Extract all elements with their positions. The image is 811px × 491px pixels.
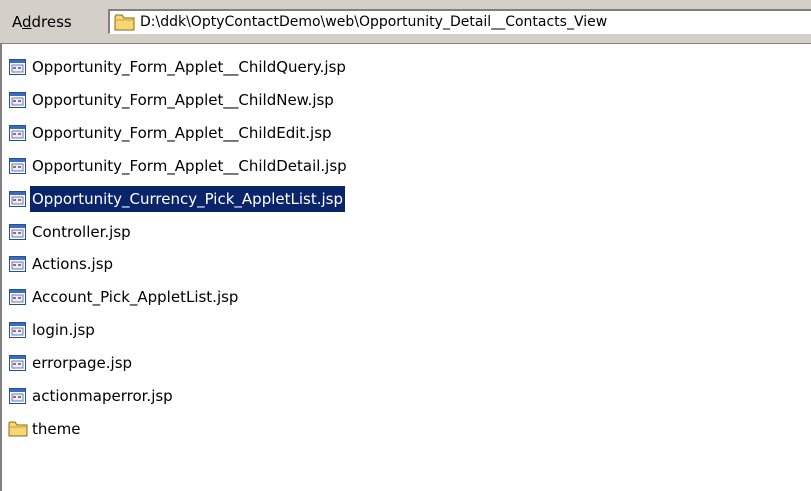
file-list[interactable]: Opportunity_Form_Applet__ChildQuery.jsp O… [0, 44, 811, 491]
jsp-file-icon [8, 320, 28, 340]
file-name: Opportunity_Form_Applet__ChildNew.jsp [32, 91, 334, 109]
file-name: Opportunity_Form_Applet__ChildDetail.jsp [32, 157, 347, 175]
file-name: Opportunity_Form_Applet__ChildQuery.jsp [32, 58, 346, 76]
address-path: D:\ddk\OptyContactDemo\web\Opportunity_D… [140, 14, 608, 30]
jsp-file-icon [8, 353, 28, 373]
file-name: Opportunity_Form_Applet__ChildEdit.jsp [32, 124, 332, 142]
file-name: theme [32, 420, 81, 438]
file-name: actionmaperror.jsp [32, 387, 173, 405]
jsp-file-icon [8, 287, 28, 307]
jsp-file-icon [8, 57, 28, 77]
address-label: Address [12, 13, 72, 31]
explorer-window: Address D:\ddk\OptyContactDemo\web\Oppor… [0, 0, 811, 491]
jsp-file-icon [8, 156, 28, 176]
file-name: Actions.jsp [32, 255, 114, 273]
jsp-file-icon [8, 90, 28, 110]
folder-icon [114, 14, 135, 31]
folder-icon [8, 419, 28, 439]
file-name: Controller.jsp [32, 223, 131, 241]
jsp-file-icon [8, 222, 28, 242]
file-name: Account_Pick_AppletList.jsp [32, 288, 239, 306]
jsp-file-icon [8, 189, 28, 209]
file-name: login.jsp [32, 321, 95, 339]
address-field[interactable]: D:\ddk\OptyContactDemo\web\Opportunity_D… [108, 9, 811, 34]
address-bar: Address D:\ddk\OptyContactDemo\web\Oppor… [0, 0, 811, 44]
jsp-file-icon [8, 123, 28, 143]
file-name: Opportunity_Currency_Pick_AppletList.jsp [30, 186, 345, 212]
jsp-file-icon [8, 386, 28, 406]
jsp-file-icon [8, 254, 28, 274]
file-name: errorpage.jsp [32, 354, 133, 372]
